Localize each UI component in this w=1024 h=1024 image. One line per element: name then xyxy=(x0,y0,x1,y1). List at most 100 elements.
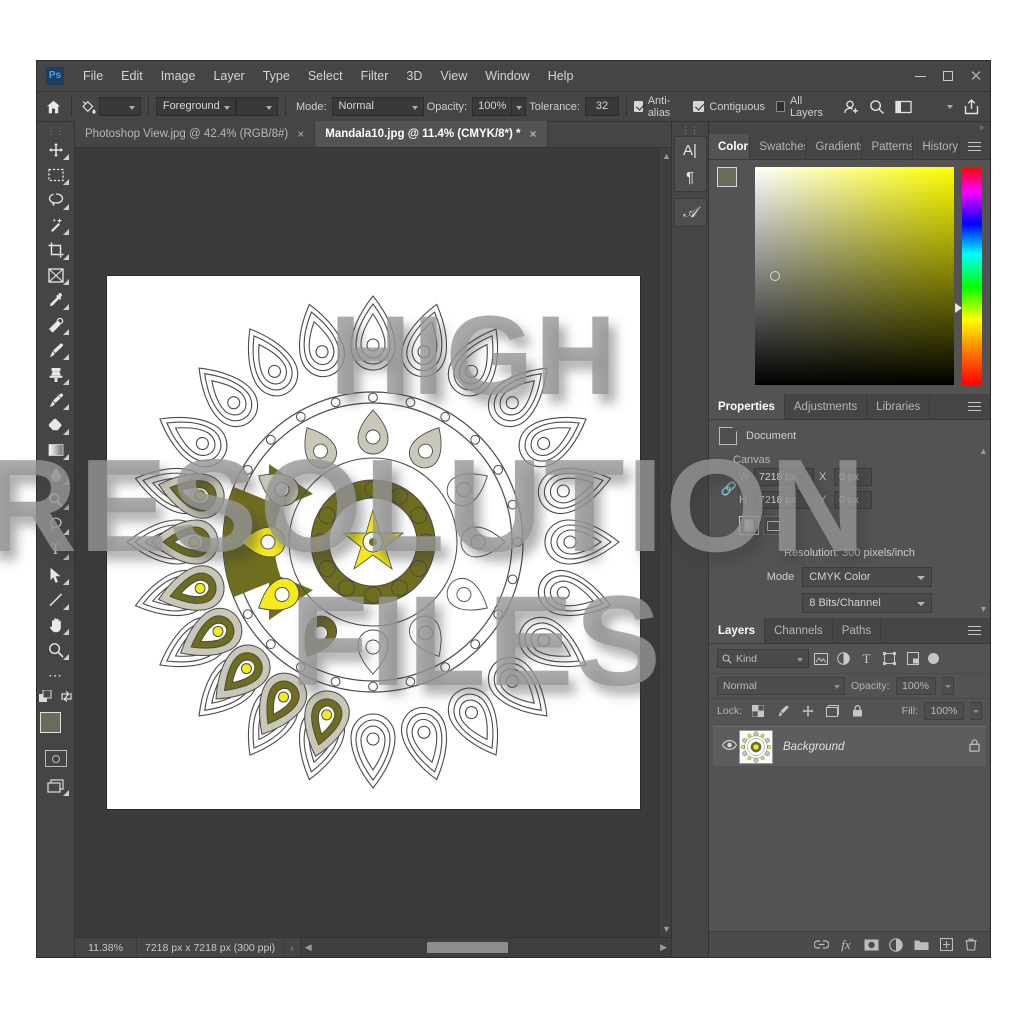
filter-toggle-switch[interactable] xyxy=(928,653,939,664)
glyphs-panel-icon[interactable]: 𝒜 xyxy=(675,199,706,226)
new-layer-icon[interactable] xyxy=(935,934,957,956)
properties-scroll-down-icon[interactable]: ▼ xyxy=(979,604,988,614)
menu-image[interactable]: Image xyxy=(152,61,205,92)
lock-icon[interactable] xyxy=(969,738,980,755)
color-picker-marker[interactable] xyxy=(770,271,780,281)
tab-properties[interactable]: Properties xyxy=(709,394,785,419)
tab-paths[interactable]: Paths xyxy=(832,618,882,643)
lock-all-icon[interactable] xyxy=(848,703,867,720)
color-gradient-area[interactable] xyxy=(755,167,954,385)
menu-view[interactable]: View xyxy=(431,61,476,92)
menu-filter[interactable]: Filter xyxy=(352,61,398,92)
tolerance-input[interactable]: 32 xyxy=(585,97,619,116)
opacity-stepper[interactable] xyxy=(512,97,527,116)
scroll-down-icon[interactable]: ▼ xyxy=(662,924,671,934)
rail-grip[interactable]: ⋮⋮ xyxy=(681,125,699,136)
close-button[interactable]: ✕ xyxy=(962,61,990,91)
eyedropper-tool[interactable] xyxy=(41,288,71,312)
hand-tool[interactable] xyxy=(41,613,71,637)
lock-position-icon[interactable] xyxy=(798,703,817,720)
menu-3d[interactable]: 3D xyxy=(397,61,431,92)
properties-scrollbar[interactable]: ▲ ▼ xyxy=(979,446,988,614)
crop-tool[interactable] xyxy=(41,238,71,262)
layer-opacity-input[interactable]: 100% xyxy=(895,677,936,695)
height-input[interactable]: 7218 px xyxy=(754,491,814,509)
scrollbar-thumb[interactable] xyxy=(426,942,509,953)
pattern-dropdown[interactable] xyxy=(236,97,279,116)
tab-swatches[interactable]: Swatches xyxy=(750,134,807,159)
table-row[interactable]: Background xyxy=(713,726,986,766)
lock-artboard-icon[interactable] xyxy=(823,703,842,720)
filter-adjustment-icon[interactable] xyxy=(832,649,855,668)
paragraph-panel-icon[interactable]: ¶ xyxy=(675,164,706,191)
dock-collapse-icon[interactable]: » xyxy=(709,122,990,134)
scroll-up-icon[interactable]: ▲ xyxy=(662,151,671,161)
zoom-level[interactable]: 11.38% xyxy=(75,938,137,957)
adjustment-layer-icon[interactable] xyxy=(885,934,907,956)
eye-icon[interactable] xyxy=(719,740,739,753)
canvas-viewport[interactable]: ▲ ▼ xyxy=(75,148,671,937)
tab-close-icon[interactable]: × xyxy=(530,127,537,141)
fill-source-dropdown[interactable]: Foreground xyxy=(155,97,237,116)
bit-depth-dropdown[interactable]: 8 Bits/Channel xyxy=(802,593,933,613)
width-input[interactable]: 7218 px xyxy=(754,468,814,486)
move-tool[interactable] xyxy=(41,138,71,162)
type-tool[interactable]: T xyxy=(41,538,71,562)
pen-tool[interactable] xyxy=(41,513,71,537)
panel-foreground-swatch[interactable] xyxy=(717,167,737,187)
layers-panel-menu-icon[interactable] xyxy=(959,618,990,643)
menu-edit[interactable]: Edit xyxy=(112,61,152,92)
menu-type[interactable]: Type xyxy=(254,61,299,92)
properties-scroll-up-icon[interactable]: ▲ xyxy=(979,446,988,456)
layer-fill-stepper[interactable] xyxy=(970,702,982,720)
scroll-left-icon[interactable]: ◀ xyxy=(305,942,312,953)
history-brush-tool[interactable] xyxy=(41,388,71,412)
portrait-orientation-icon[interactable] xyxy=(739,516,759,535)
filter-type-icon[interactable]: T xyxy=(855,649,878,668)
y-input[interactable]: 0 px xyxy=(834,491,872,509)
search-icon[interactable] xyxy=(864,95,890,119)
link-layers-icon[interactable] xyxy=(810,934,832,956)
canvas-horizontal-scrollbar[interactable]: ◀ ▶ xyxy=(299,938,671,957)
eraser-tool[interactable] xyxy=(41,413,71,437)
menu-help[interactable]: Help xyxy=(539,61,583,92)
artboard[interactable] xyxy=(106,276,640,809)
scroll-right-icon[interactable]: ▶ xyxy=(660,942,667,953)
color-panel-swatches[interactable] xyxy=(717,167,747,197)
zoom-tool[interactable] xyxy=(41,638,71,662)
tab-channels[interactable]: Channels xyxy=(765,618,833,643)
quick-mask-icon[interactable] xyxy=(44,750,67,767)
home-icon[interactable] xyxy=(43,95,64,119)
document-tab-mandala10[interactable]: Mandala10.jpg @ 11.4% (CMYK/8*) * × xyxy=(315,121,548,147)
paint-bucket-icon[interactable] xyxy=(78,95,99,119)
tab-close-icon[interactable]: × xyxy=(297,127,304,141)
tab-patterns[interactable]: Patterns xyxy=(862,134,914,159)
frame-tool[interactable] xyxy=(41,263,71,287)
landscape-orientation-icon[interactable] xyxy=(763,516,783,535)
color-mode-dropdown[interactable]: CMYK Color xyxy=(802,567,933,587)
default-colors-icon[interactable] xyxy=(38,689,52,708)
tab-adjustments[interactable]: Adjustments xyxy=(784,394,868,419)
spot-healing-brush-tool[interactable] xyxy=(41,313,71,337)
minimize-button[interactable] xyxy=(906,61,934,91)
tool-preset-dropdown[interactable] xyxy=(99,97,142,116)
filter-pixel-icon[interactable] xyxy=(809,649,832,668)
screen-mode-icon[interactable] xyxy=(41,774,71,798)
link-dimensions-icon[interactable]: 🔗 xyxy=(719,481,739,497)
lock-transparent-icon[interactable] xyxy=(748,703,767,720)
add-user-icon[interactable] xyxy=(838,95,864,119)
tab-color[interactable]: Color xyxy=(709,134,751,159)
menu-file[interactable]: File xyxy=(74,61,112,92)
anti-alias-checkbox[interactable]: Anti-alias xyxy=(633,95,683,119)
magic-wand-tool[interactable] xyxy=(41,213,71,237)
workspace-dropdown[interactable] xyxy=(916,97,958,116)
status-expand-icon[interactable]: › xyxy=(284,942,300,954)
properties-panel-menu-icon[interactable] xyxy=(959,394,990,419)
layer-mask-icon[interactable] xyxy=(860,934,882,956)
layer-thumbnail[interactable] xyxy=(739,729,773,764)
menu-layer[interactable]: Layer xyxy=(204,61,253,92)
tab-layers[interactable]: Layers xyxy=(709,618,766,643)
filter-smart-object-icon[interactable] xyxy=(901,649,924,668)
dodge-tool[interactable] xyxy=(41,488,71,512)
new-group-icon[interactable] xyxy=(910,934,932,956)
